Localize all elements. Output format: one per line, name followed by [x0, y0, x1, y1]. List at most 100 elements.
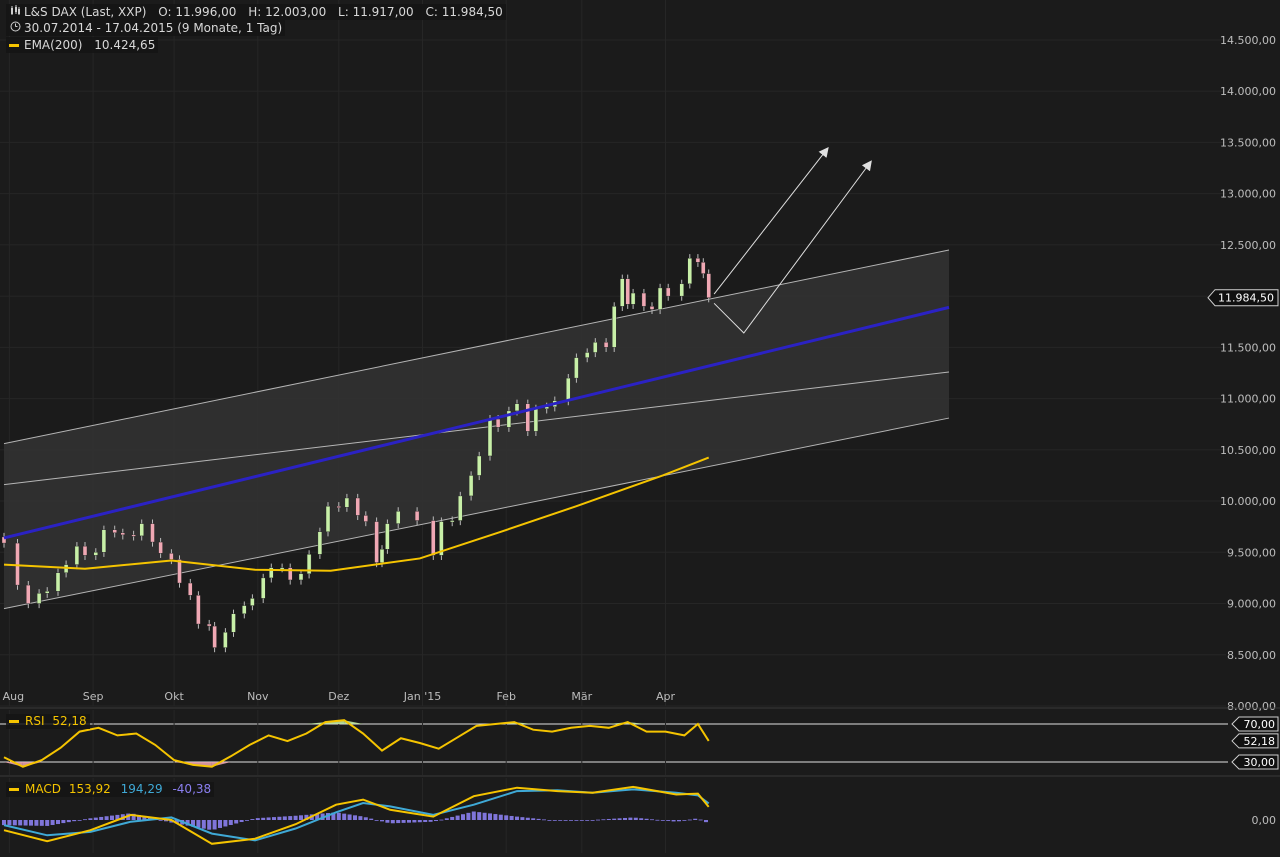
candle-body [379, 549, 385, 563]
histogram-bar [23, 820, 28, 826]
candle-body [188, 582, 193, 596]
chart-canvas[interactable]: 8.000,00 8.500,00 9.000,00 9.500,00 10.000,0… [0, 0, 1280, 853]
histogram-bar [585, 820, 590, 821]
candle-body [250, 598, 255, 606]
y-tick-label: 10.000,00 [1220, 495, 1276, 508]
histogram-bar [606, 818, 611, 820]
candle-body [212, 625, 217, 648]
histogram-bar [698, 819, 703, 821]
histogram-bar [299, 815, 303, 820]
candlestick-icon [9, 4, 21, 20]
candle-body [45, 591, 50, 594]
candle-body [431, 520, 436, 556]
candle-body [458, 495, 463, 521]
x-tick-label: Nov [247, 690, 269, 703]
candle-body [344, 497, 350, 508]
candle-body [487, 418, 493, 457]
histogram-bar [288, 816, 293, 820]
y-tick-label: 12.500,00 [1220, 239, 1276, 252]
x-tick-label: Feb [496, 690, 515, 703]
y-tick-label: 8.000,00 [1227, 700, 1276, 713]
histogram-bar [574, 820, 579, 821]
period-row: 30.07.2014 - 17.04.2015 (9 Monate, 1 Tag… [6, 20, 286, 36]
candle-body [298, 573, 304, 581]
histogram-bar [520, 817, 525, 820]
low-value: L: 11.917,00 [338, 5, 414, 19]
histogram-bar [39, 820, 44, 826]
x-tick-label: Apr [656, 690, 676, 703]
histogram-bar [569, 820, 573, 821]
histogram-bar [504, 815, 509, 820]
histogram-bar [234, 820, 239, 824]
candle-body [231, 613, 236, 633]
ema-value: 10.424,65 [94, 38, 156, 52]
candle-body [495, 418, 501, 428]
candle-body [666, 287, 671, 297]
histogram-bar [461, 814, 465, 820]
candle-body [603, 342, 609, 348]
histogram-bar [239, 820, 244, 823]
histogram-bar [45, 820, 50, 826]
histogram-bar [563, 820, 568, 821]
candle-body [363, 515, 368, 522]
instrument-title: L&S DAX (Last, XXP) [24, 5, 147, 19]
histogram-bar [704, 820, 708, 823]
histogram-bar [558, 820, 563, 821]
histogram-bar [531, 818, 536, 820]
histogram-bar [601, 819, 606, 821]
candle-body [177, 559, 182, 584]
histogram-bar [212, 820, 217, 830]
ema-label: EMA(200) [24, 38, 83, 52]
histogram-bar [7, 820, 12, 826]
candle-body [706, 273, 711, 298]
histogram-bar [628, 817, 633, 820]
histogram-bar [83, 819, 87, 821]
histogram-bar [277, 816, 282, 820]
last-price-badge: 11.984,50 [1207, 289, 1279, 307]
histogram-bar [336, 812, 341, 820]
x-tick-label: Sep [83, 690, 104, 703]
candle-body [574, 357, 579, 379]
histogram-bar [358, 816, 363, 820]
rsi-label: RSI [25, 714, 45, 728]
histogram-bar [380, 820, 384, 822]
candle-body [158, 541, 163, 554]
histogram-bar [677, 820, 681, 822]
x-tick-label: Aug [3, 690, 24, 703]
histogram-bar [660, 820, 665, 821]
rsi-badge-70: 70,00 [1231, 716, 1279, 732]
candle-body [649, 306, 655, 310]
histogram-bar [693, 818, 698, 820]
period-text: 30.07.2014 - 17.04.2015 (9 Monate, 1 Tag… [24, 21, 283, 35]
y-tick-label: 13.000,00 [1220, 188, 1276, 201]
candle-body [120, 532, 126, 536]
candle-body [566, 377, 571, 401]
y-tick-label: 14.000,00 [1220, 85, 1276, 98]
clock-icon [9, 20, 21, 36]
histogram-bar [104, 816, 109, 820]
candle-body [317, 531, 323, 555]
candle-body [55, 572, 61, 592]
candle-body [196, 595, 201, 625]
rsi-swatch [9, 720, 19, 723]
candle-body [593, 342, 598, 353]
candle-body [612, 306, 617, 348]
x-tick-label: Dez [328, 690, 349, 703]
candle-body [223, 632, 228, 648]
histogram-bar [347, 814, 352, 820]
histogram-bar [407, 820, 411, 823]
histogram-bar [450, 816, 455, 820]
histogram-bar [401, 820, 406, 823]
histogram-bar [639, 818, 644, 820]
x-tick-label: Okt [164, 690, 184, 703]
histogram-bar [655, 819, 660, 821]
open-value: O: 11.996,00 [158, 5, 237, 19]
candle-body [279, 567, 285, 570]
histogram-bar [66, 820, 71, 823]
histogram-bar [110, 815, 114, 820]
histogram-bar [471, 811, 476, 820]
candle-body [585, 352, 590, 358]
histogram-bar [477, 812, 482, 820]
candle-body [336, 505, 341, 508]
candle-body [620, 278, 625, 307]
